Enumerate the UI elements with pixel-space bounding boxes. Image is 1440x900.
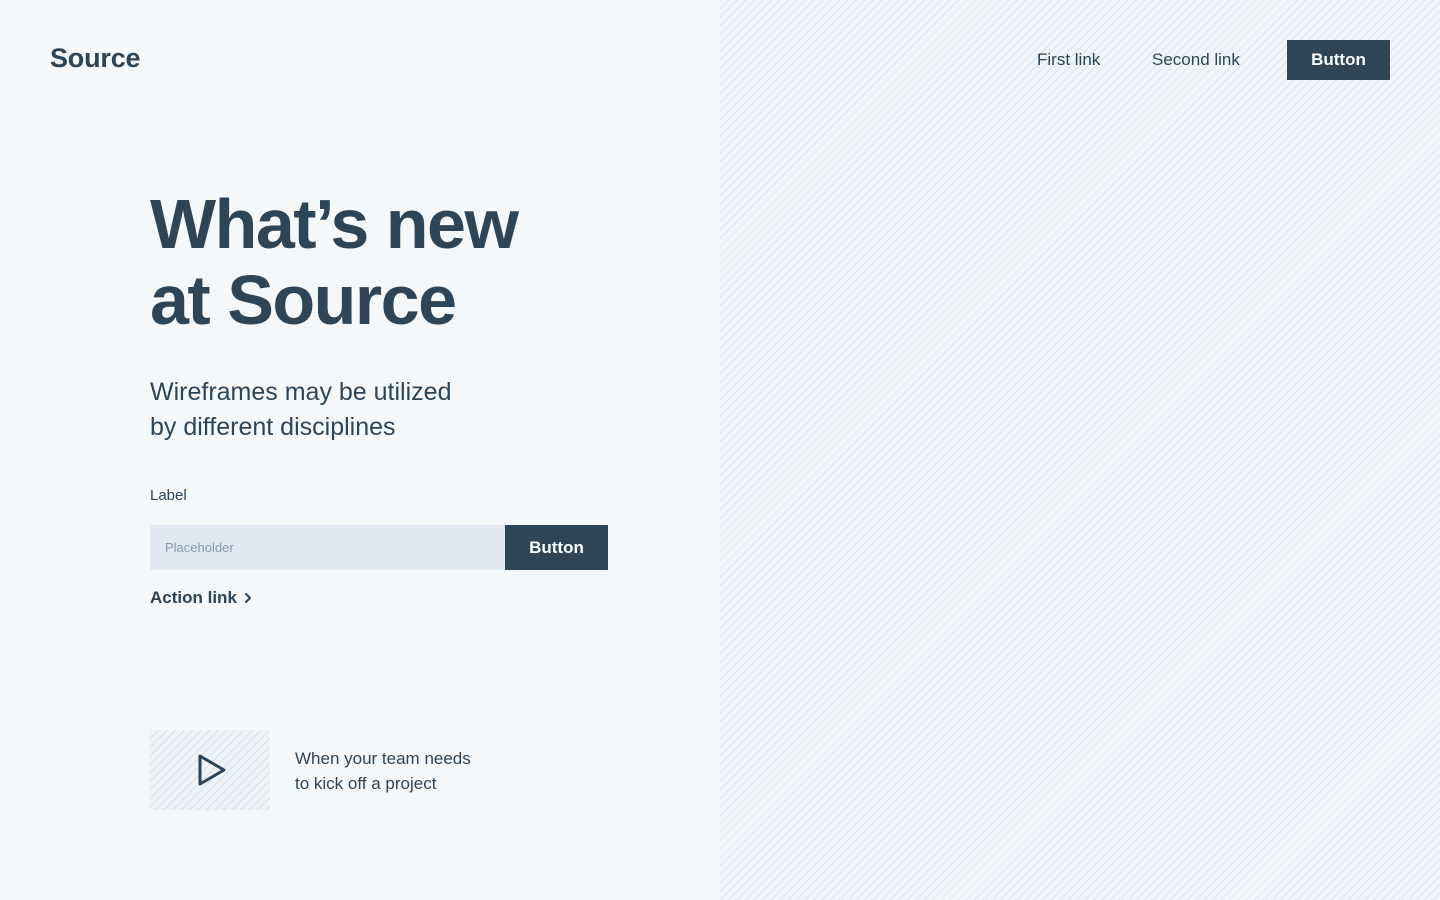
headline-line-2: at Source [150, 261, 457, 339]
chevron-right-icon [244, 593, 251, 603]
nav-first-link[interactable]: First link [1037, 50, 1100, 70]
video-caption-line-1: When your team needs [295, 749, 471, 768]
video-thumbnail[interactable] [150, 730, 270, 810]
input-label: Label [150, 487, 187, 504]
subheadline: Wireframes may be utilized by different … [150, 375, 570, 445]
play-icon [198, 754, 226, 786]
subhead-line-2: by different disciplines [150, 413, 396, 441]
video-caption: When your team needs to kick off a proje… [295, 746, 495, 796]
submit-button[interactable]: Button [505, 525, 608, 570]
headline-line-1: What’s new [150, 185, 519, 263]
nav-button[interactable]: Button [1287, 40, 1390, 80]
subhead-line-1: Wireframes may be utilized [150, 378, 452, 406]
landing-page: Source First link Second link Button Wha… [0, 0, 1440, 900]
action-link-label: Action link [150, 588, 237, 607]
action-link[interactable]: Action link [150, 588, 253, 608]
logo[interactable]: Source [50, 43, 141, 74]
nav-second-link[interactable]: Second link [1152, 50, 1240, 70]
text-input[interactable] [150, 525, 505, 570]
video-caption-line-2: to kick off a project [295, 774, 437, 793]
hero-image-placeholder [720, 0, 1440, 900]
page-title: What’s new at Source [150, 186, 670, 338]
